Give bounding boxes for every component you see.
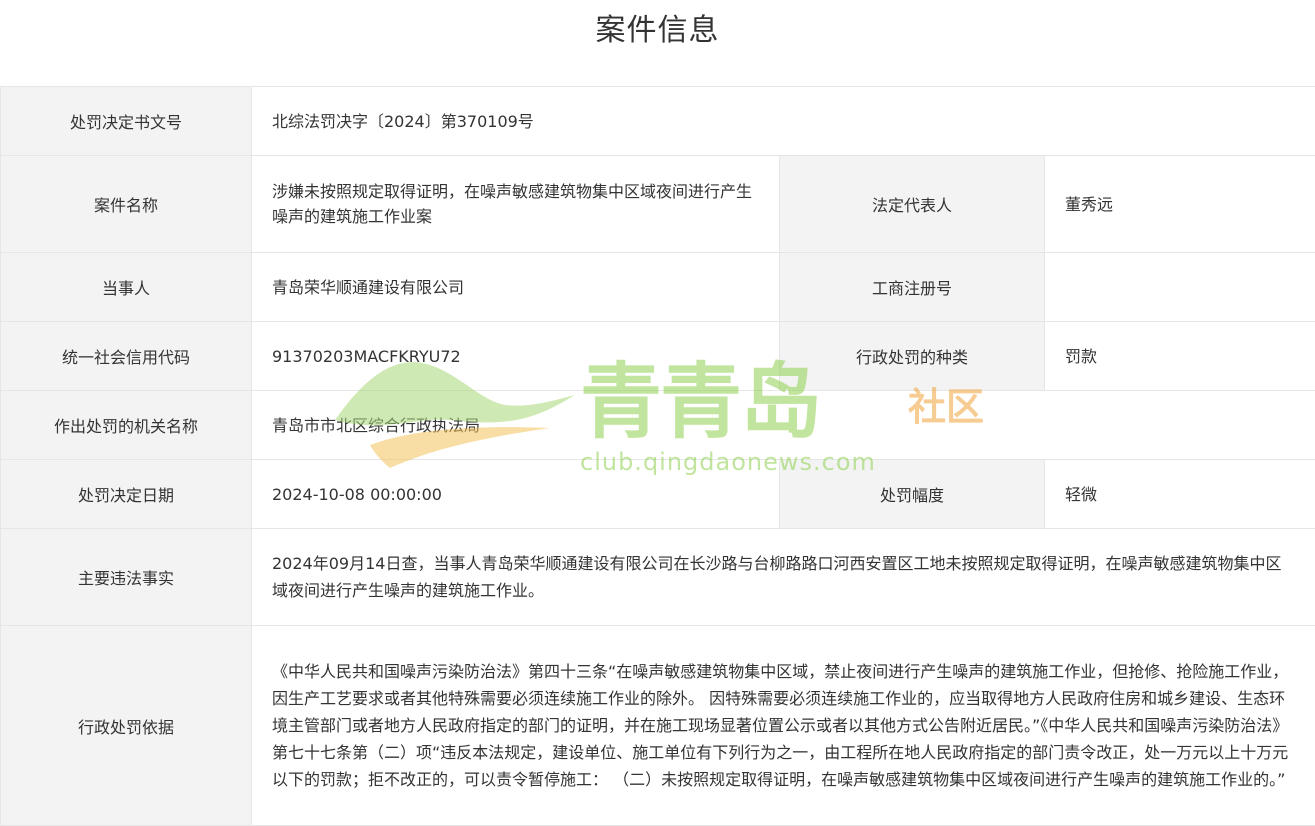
- authority-value: 青岛市市北区综合行政执法局: [252, 391, 1315, 460]
- decision-date-value: 2024-10-08 00:00:00: [252, 460, 780, 529]
- legal-rep-label: 法定代表人: [780, 156, 1045, 253]
- authority-label: 作出处罚的机关名称: [1, 391, 252, 460]
- table-row: 行政处罚依据 《中华人民共和国噪声污染防治法》第四十三条“在噪声敏感建筑物集中区…: [1, 626, 1315, 826]
- party-label: 当事人: [1, 253, 252, 322]
- case-name-value: 涉嫌未按照规定取得证明，在噪声敏感建筑物集中区域夜间进行产生噪声的建筑施工作业案: [252, 156, 780, 253]
- table-row: 主要违法事实 2024年09月14日查，当事人青岛荣华顺通建设有限公司在长沙路与…: [1, 529, 1315, 626]
- penalty-degree-label: 处罚幅度: [780, 460, 1045, 529]
- penalty-type-value: 罚款: [1045, 322, 1315, 391]
- decision-date-label: 处罚决定日期: [1, 460, 252, 529]
- credit-code-value: 91370203MACFKRYU72: [252, 322, 780, 391]
- facts-value: 2024年09月14日查，当事人青岛荣华顺通建设有限公司在长沙路与台柳路路口河西…: [252, 529, 1315, 626]
- case-name-label: 案件名称: [1, 156, 252, 253]
- table-row: 统一社会信用代码 91370203MACFKRYU72 行政处罚的种类 罚款: [1, 322, 1315, 391]
- legal-rep-value: 董秀远: [1045, 156, 1315, 253]
- table-row: 处罚决定书文号 北综法罚决字〔2024〕第370109号: [1, 87, 1315, 156]
- penalty-type-label: 行政处罚的种类: [780, 322, 1045, 391]
- biz-reg-no-value: [1045, 253, 1315, 322]
- table-row: 作出处罚的机关名称 青岛市市北区综合行政执法局: [1, 391, 1315, 460]
- table-row: 案件名称 涉嫌未按照规定取得证明，在噪声敏感建筑物集中区域夜间进行产生噪声的建筑…: [1, 156, 1315, 253]
- credit-code-label: 统一社会信用代码: [1, 322, 252, 391]
- party-value: 青岛荣华顺通建设有限公司: [252, 253, 780, 322]
- basis-label: 行政处罚依据: [1, 626, 252, 826]
- page-title: 案件信息: [0, 0, 1315, 86]
- decision-no-label: 处罚决定书文号: [1, 87, 252, 156]
- facts-label: 主要违法事实: [1, 529, 252, 626]
- case-info-table: 处罚决定书文号 北综法罚决字〔2024〕第370109号 案件名称 涉嫌未按照规…: [0, 86, 1315, 826]
- penalty-degree-value: 轻微: [1045, 460, 1315, 529]
- biz-reg-no-label: 工商注册号: [780, 253, 1045, 322]
- table-row: 处罚决定日期 2024-10-08 00:00:00 处罚幅度 轻微: [1, 460, 1315, 529]
- basis-value: 《中华人民共和国噪声污染防治法》第四十三条“在噪声敏感建筑物集中区域，禁止夜间进…: [252, 626, 1315, 826]
- decision-no-value: 北综法罚决字〔2024〕第370109号: [252, 87, 1315, 156]
- table-row: 当事人 青岛荣华顺通建设有限公司 工商注册号: [1, 253, 1315, 322]
